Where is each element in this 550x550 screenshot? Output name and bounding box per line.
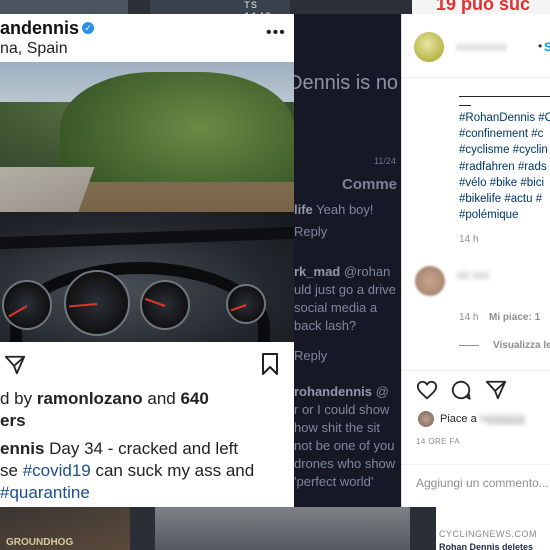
comment-text: iiiii iiiiiii xyxy=(457,270,490,282)
post-username: andennis xyxy=(0,18,80,38)
overlay-comment-line: Reply xyxy=(294,348,328,363)
hashtag-link[interactable]: #quarantine xyxy=(0,483,90,502)
background-tile xyxy=(0,0,128,14)
verified-badge-icon: ✓ xyxy=(82,22,94,34)
background-tile: 19 può suc xyxy=(412,0,550,14)
hashtag-line[interactable]: #radfahren #rads xyxy=(459,159,550,175)
overlay-comment-line: social media a xyxy=(294,300,378,315)
hashtag-line[interactable]: #bikelife #actu # xyxy=(459,191,550,207)
comment-time: 14 h xyxy=(459,312,479,323)
overlay-comment-line: r or I could show xyxy=(294,402,390,417)
view-replies-link[interactable]: Visualizza le xyxy=(493,340,550,351)
overlay-title: Dennis is no xyxy=(294,72,399,94)
hashtag-line[interactable]: #confinement #c xyxy=(459,126,550,142)
liked-by-count[interactable]: 640 xyxy=(180,389,208,408)
caption-username[interactable]: ennis xyxy=(0,439,44,458)
comment-input[interactable]: Aggiungi un commento... xyxy=(416,476,549,490)
liked-by-user[interactable]: ramonlozano xyxy=(37,389,143,408)
hashtag-line[interactable]: #polémique xyxy=(459,207,550,223)
overlay-comment-line: drones who show xyxy=(294,456,396,471)
overlay-comment-line: uld just go a drive xyxy=(294,282,396,297)
liker-avatar[interactable] xyxy=(418,411,434,427)
instagram-post-panel: iiiiiiiiiiiiiiiiiii • S #RohanDennis #C … xyxy=(401,14,550,507)
overlay-comment-line: Reply xyxy=(294,224,328,239)
overlay-comment-line: how shit the sit xyxy=(294,420,380,435)
background-tile: GROUNDHOG xyxy=(0,507,130,550)
overlay-comment-line: rk_mad @rohan xyxy=(294,264,391,279)
news-tile: CYCLINGNEWS.COM Rohan Dennis deletes xyxy=(436,507,550,550)
background-tile xyxy=(155,507,410,550)
overlay-comment-line: life Yeah boy! xyxy=(294,202,374,217)
send-icon[interactable] xyxy=(4,354,26,376)
background-tile: TS 1149 xyxy=(150,0,290,23)
instagram-screenshot-card: andennis ✓ na, Spain ••• d by ramonlozan… xyxy=(0,14,294,507)
separator-dot: • xyxy=(538,39,543,53)
overlay-comment-line: rohandennis @ xyxy=(294,384,389,399)
headline-text: 19 può suc xyxy=(436,0,531,14)
more-horizontal-icon[interactable]: ••• xyxy=(266,24,286,42)
hashtag-line[interactable]: #vélo #bike #bici xyxy=(459,175,550,191)
replies-divider xyxy=(459,345,479,346)
liked-by-text: d by ramonlozano and 640 ers xyxy=(0,389,209,430)
commenter-avatar[interactable] xyxy=(415,266,445,296)
hashtag-line[interactable]: #RohanDennis #C xyxy=(459,110,550,126)
overlay-comment-line: 'perfect world' xyxy=(294,474,374,489)
bookmark-icon[interactable] xyxy=(258,352,282,376)
tile-text: GROUNDHOG xyxy=(6,537,74,548)
overlay-comments-header: Comme xyxy=(342,176,398,193)
avatar[interactable] xyxy=(414,32,444,62)
caption-separator xyxy=(459,90,550,106)
post-photo xyxy=(0,62,294,342)
hashtag-list: #RohanDennis #C #confinement #c #cyclism… xyxy=(459,110,550,223)
post-date: 14 ORE FA xyxy=(416,437,461,446)
account-name[interactable]: iiiiiiiiiiiiiiiiiii xyxy=(456,40,507,54)
liked-by-text: Piace a lajjjjjjjjjjjjjjj xyxy=(440,413,525,425)
news-source: CYCLINGNEWS.COM xyxy=(439,529,538,539)
overlay-comment-line: back lash? xyxy=(294,318,357,333)
post-header: iiiiiiiiiiiiiiiiiii • S xyxy=(402,14,550,78)
follow-button[interactable]: S xyxy=(544,40,550,54)
hashtag-link[interactable]: #covid19 xyxy=(23,461,91,480)
news-headline: Rohan Dennis deletes xyxy=(439,542,534,550)
comment-icon[interactable] xyxy=(450,379,472,401)
post-caption: ennis Day 34 - cracked and left se #covi… xyxy=(0,439,255,502)
hashtag-line[interactable]: #cyclisme #cyclin xyxy=(459,142,550,158)
comment-likes[interactable]: Mi piace: 1 xyxy=(489,312,540,323)
overlay-comment-line: not be one of you xyxy=(294,438,395,453)
heart-icon[interactable] xyxy=(416,379,438,401)
dimmed-comments-overlay: Dennis is no 11/24 Comme life Yeah boy! … xyxy=(294,14,401,507)
send-icon[interactable] xyxy=(485,379,507,401)
overlay-date: 11/24 xyxy=(374,156,396,166)
post-action-bar xyxy=(0,350,294,380)
post-time: 14 h xyxy=(459,234,479,245)
post-location: na, Spain xyxy=(0,40,68,57)
